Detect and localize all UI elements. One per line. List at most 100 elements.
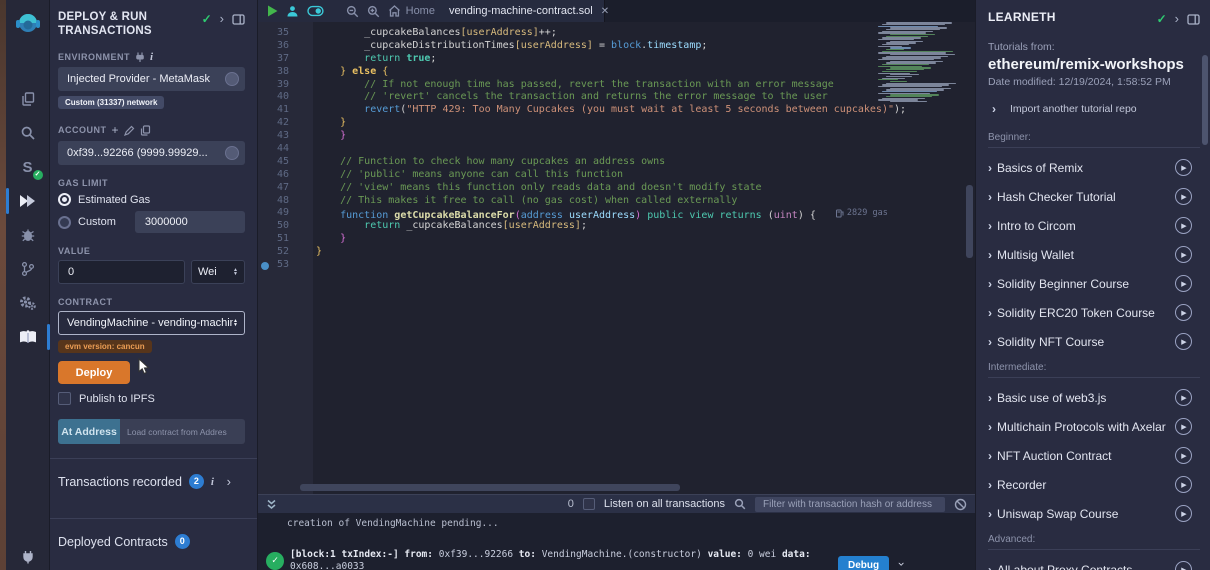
learneth-pin-icon[interactable] [1187,14,1200,25]
line-number[interactable]: 41 [258,104,302,117]
line-number[interactable]: 43 [258,130,302,143]
terminal-filter-input[interactable] [755,497,945,512]
tutorial-item[interactable]: ›Uniswap Swap Course▶ [988,505,1200,522]
unit-stepper-icon[interactable]: ▲▼ [233,268,238,277]
deployed-contracts-row[interactable]: Deployed Contracts 0 [58,519,245,564]
play-tutorial-button[interactable]: ▶ [1175,447,1192,464]
contract-select[interactable]: VendingMachine - vending-machin ▲▼ [58,311,245,335]
learneth-plugin-icon[interactable] [6,322,50,352]
play-tutorial-button[interactable]: ▶ [1175,333,1192,350]
at-address-input[interactable] [120,419,245,444]
search-icon[interactable] [6,118,50,148]
tutorial-item[interactable]: ›Multichain Protocols with Axelar▶ [988,418,1200,435]
debugger-icon[interactable] [6,220,50,250]
expand-tx-icon[interactable]: › [895,560,909,567]
tutorial-item[interactable]: ›Solidity ERC20 Token Course▶ [988,304,1200,321]
copy-account-icon[interactable] [140,125,151,136]
tutorial-item[interactable]: ›NFT Auction Contract▶ [988,447,1200,464]
tutorial-item[interactable]: ›All about Proxy Contracts▶ [988,561,1200,570]
tutorial-item[interactable]: ›Multisig Wallet▶ [988,246,1200,263]
tutorial-item[interactable]: ›Basics of Remix▶ [988,159,1200,176]
play-tutorial-button[interactable]: ▶ [1175,246,1192,263]
play-tutorial-button[interactable]: ▶ [1175,217,1192,234]
line-number[interactable]: 44 [258,143,302,156]
play-tutorial-button[interactable]: ▶ [1175,304,1192,321]
line-number[interactable]: 50 [258,220,302,233]
custom-gas-radio[interactable] [58,216,71,229]
account-settings-icon[interactable] [225,146,239,160]
expand-terminal-icon[interactable] [266,499,277,510]
custom-gas-input[interactable]: 3000000 [135,211,245,233]
publish-ipfs-checkbox[interactable] [58,392,71,405]
at-address-button[interactable]: At Address [58,419,120,444]
play-tutorial-button[interactable]: ▶ [1175,188,1192,205]
tutorial-item[interactable]: ›Hash Checker Tutorial▶ [988,188,1200,205]
ai-toggle-icon[interactable] [307,5,324,17]
remix-logo-icon[interactable] [6,6,50,42]
debug-button[interactable]: Debug [838,556,889,570]
horizontal-scrollbar[interactable] [300,484,680,491]
tab-vending-machine-contract[interactable]: vending-machine-contract.sol ✕ [435,0,605,22]
transaction-log-row[interactable]: ✓ [block:1 txIndex:-] from: 0xf39...9226… [266,549,975,570]
pin-panel-icon[interactable] [232,14,245,25]
tutorial-item[interactable]: ›Solidity Beginner Course▶ [988,275,1200,292]
close-tab-icon[interactable]: ✕ [601,6,609,17]
tutorial-item[interactable]: ›Basic use of web3.js▶ [988,389,1200,406]
settings-icon[interactable] [6,288,50,318]
play-tutorial-button[interactable]: ▶ [1175,389,1192,406]
estimated-gas-radio[interactable] [58,193,71,206]
environment-select[interactable]: Injected Provider - MetaMask [58,67,245,91]
line-number[interactable]: 36 [258,40,302,53]
line-number[interactable]: 51 [258,233,302,246]
panel-collapse-icon[interactable]: › [220,14,224,24]
ai-assistant-icon[interactable] [286,5,299,18]
learneth-collapse-icon[interactable]: › [1175,14,1179,24]
zoom-out-icon[interactable] [346,5,359,18]
account-select[interactable]: 0xf39...92266 (9999.99929... [58,141,245,165]
line-number[interactable]: 42 [258,117,302,130]
listen-transactions-checkbox[interactable] [583,498,595,510]
plugin-manager-icon[interactable] [6,550,50,564]
line-number[interactable]: 48 [258,195,302,208]
line-number[interactable]: 49 [258,207,302,220]
line-number[interactable]: 52 [258,246,302,259]
file-explorer-icon[interactable] [6,84,50,114]
tutorial-item[interactable]: ›Recorder▶ [988,476,1200,493]
value-unit-select[interactable]: Wei ▲▼ [191,260,245,284]
breakpoint-dot[interactable] [261,262,269,270]
home-tab-label[interactable]: Home [406,5,435,17]
line-number[interactable]: 46 [258,169,302,182]
transactions-expand-icon[interactable]: › [227,474,231,489]
line-number[interactable]: 39 [258,79,302,92]
line-number[interactable]: 53 [258,259,302,272]
learneth-scrollbar[interactable] [1202,55,1208,145]
line-number[interactable]: 45 [258,156,302,169]
code-editor[interactable]: 35 _cupcakeBalances[userAddress]++;36 _c… [258,22,975,494]
value-input[interactable]: 0 [58,260,185,284]
git-icon[interactable] [6,254,50,284]
tutorial-item[interactable]: ›Solidity NFT Course▶ [988,333,1200,350]
line-number[interactable]: 35 [258,27,302,40]
line-number[interactable]: 38 [258,66,302,79]
run-script-icon[interactable] [267,5,278,17]
zoom-in-icon[interactable] [367,5,380,18]
minimap[interactable] [878,22,962,103]
play-tutorial-button[interactable]: ▶ [1175,561,1192,570]
deploy-run-icon[interactable] [6,186,50,216]
environment-info-icon[interactable]: i [150,51,154,63]
import-repo-link[interactable]: › Import another tutorial repo [988,102,1200,116]
solidity-compiler-icon[interactable]: S ✓ [6,152,50,182]
transactions-recorded-row[interactable]: Transactions recorded 2 i › [58,459,245,504]
vertical-scrollbar[interactable] [966,185,973,258]
environment-settings-icon[interactable] [225,72,239,86]
transactions-info-icon[interactable]: i [211,476,214,488]
line-number[interactable]: 40 [258,91,302,104]
deploy-button[interactable]: Deploy [58,361,130,384]
play-tutorial-button[interactable]: ▶ [1175,275,1192,292]
line-number[interactable]: 47 [258,182,302,195]
sign-message-icon[interactable] [124,125,135,136]
play-tutorial-button[interactable]: ▶ [1175,505,1192,522]
play-tutorial-button[interactable]: ▶ [1175,418,1192,435]
tutorial-item[interactable]: ›Intro to Circom▶ [988,217,1200,234]
play-tutorial-button[interactable]: ▶ [1175,476,1192,493]
